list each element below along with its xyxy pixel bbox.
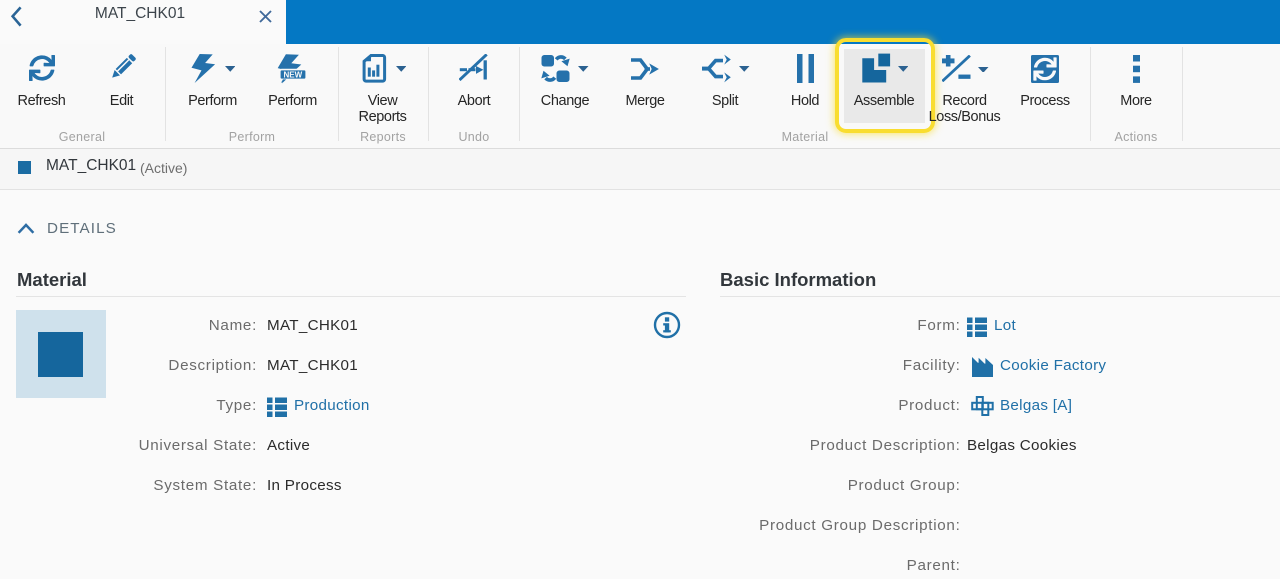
svg-text:NEW: NEW [283,70,302,79]
